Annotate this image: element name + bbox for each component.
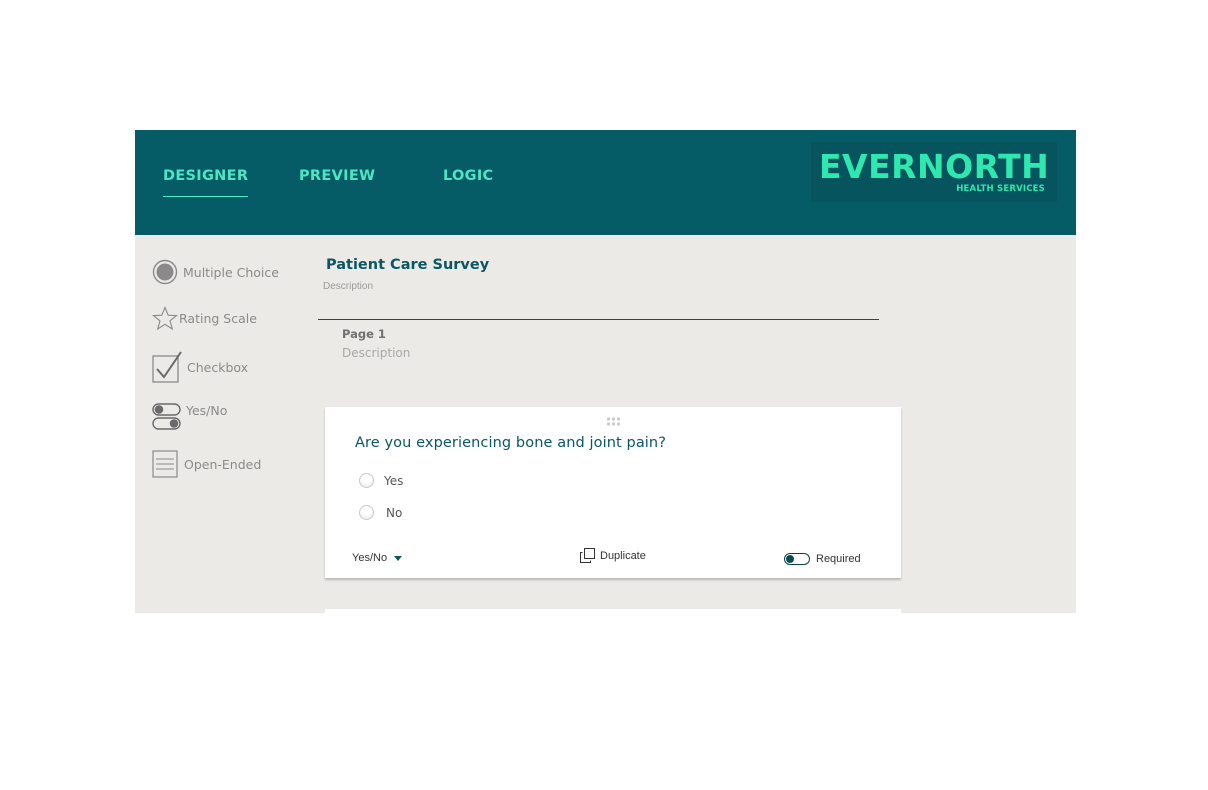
tab-designer[interactable]: DESIGNER (163, 168, 249, 197)
toolbox-item-open-ended[interactable]: Open-Ended (152, 450, 261, 478)
logo-tagline: HEALTH SERVICES (956, 184, 1045, 194)
option-yes[interactable]: Yes (359, 473, 403, 488)
toolbox-item-yes-no[interactable]: Yes/No (152, 403, 227, 431)
option-no[interactable]: No (359, 505, 402, 520)
duplicate-icon (580, 548, 595, 563)
question-card[interactable] (325, 609, 901, 613)
tab-preview[interactable]: PREVIEW (299, 168, 375, 184)
option-label: No (386, 505, 403, 520)
page-title[interactable]: Page 1 (342, 327, 386, 341)
page-description-field[interactable]: Description (342, 346, 410, 360)
question-type-dropdown[interactable]: Yes/No (352, 552, 403, 564)
toolbox-item-checkbox[interactable]: Checkbox (152, 351, 248, 383)
star-icon (152, 306, 178, 331)
toolbox-item-rating-scale[interactable]: Rating Scale (152, 306, 257, 331)
survey-designer-app: DESIGNER PREVIEW LOGIC EVERNORTH HEALTH … (135, 130, 1076, 613)
radio-icon (152, 259, 178, 285)
radio-button[interactable] (359, 473, 374, 488)
tab-logic[interactable]: LOGIC (443, 168, 494, 184)
toolbox-item-label: Multiple Choice (183, 264, 279, 280)
top-navigation-bar: DESIGNER PREVIEW LOGIC EVERNORTH HEALTH … (135, 130, 1076, 235)
toolbox-item-multiple-choice[interactable]: Multiple Choice (152, 259, 279, 285)
survey-title[interactable]: Patient Care Survey (326, 257, 489, 273)
required-label: Required (816, 553, 861, 565)
lines-icon (152, 450, 179, 478)
radio-button[interactable] (359, 505, 374, 520)
checkbox-icon (152, 351, 182, 383)
question-type-label: Yes/No (352, 552, 388, 564)
caret-down-icon (394, 555, 403, 561)
option-label: Yes (384, 473, 404, 488)
question-text[interactable]: Are you experiencing bone and joint pain… (355, 435, 666, 451)
toolbox-item-label: Checkbox (187, 359, 249, 375)
duplicate-label: Duplicate (600, 549, 646, 562)
question-card[interactable]: Are you experiencing bone and joint pain… (325, 407, 901, 578)
toggle-pair-icon (152, 403, 181, 431)
toolbox-item-label: Rating Scale (179, 311, 257, 326)
logo-wordmark: EVERNORTH (819, 147, 1050, 186)
drag-handle-icon[interactable] (606, 413, 621, 431)
toggle-switch[interactable] (784, 553, 810, 565)
toolbox-item-label: Open-Ended (184, 456, 262, 472)
toolbox-item-label: Yes/No (186, 402, 228, 418)
evernorth-logo: EVERNORTH HEALTH SERVICES (811, 142, 1057, 202)
survey-description-field[interactable]: Description (323, 281, 373, 292)
divider (318, 319, 879, 320)
duplicate-button[interactable]: Duplicate (580, 548, 646, 563)
required-toggle[interactable]: Required (784, 553, 861, 565)
